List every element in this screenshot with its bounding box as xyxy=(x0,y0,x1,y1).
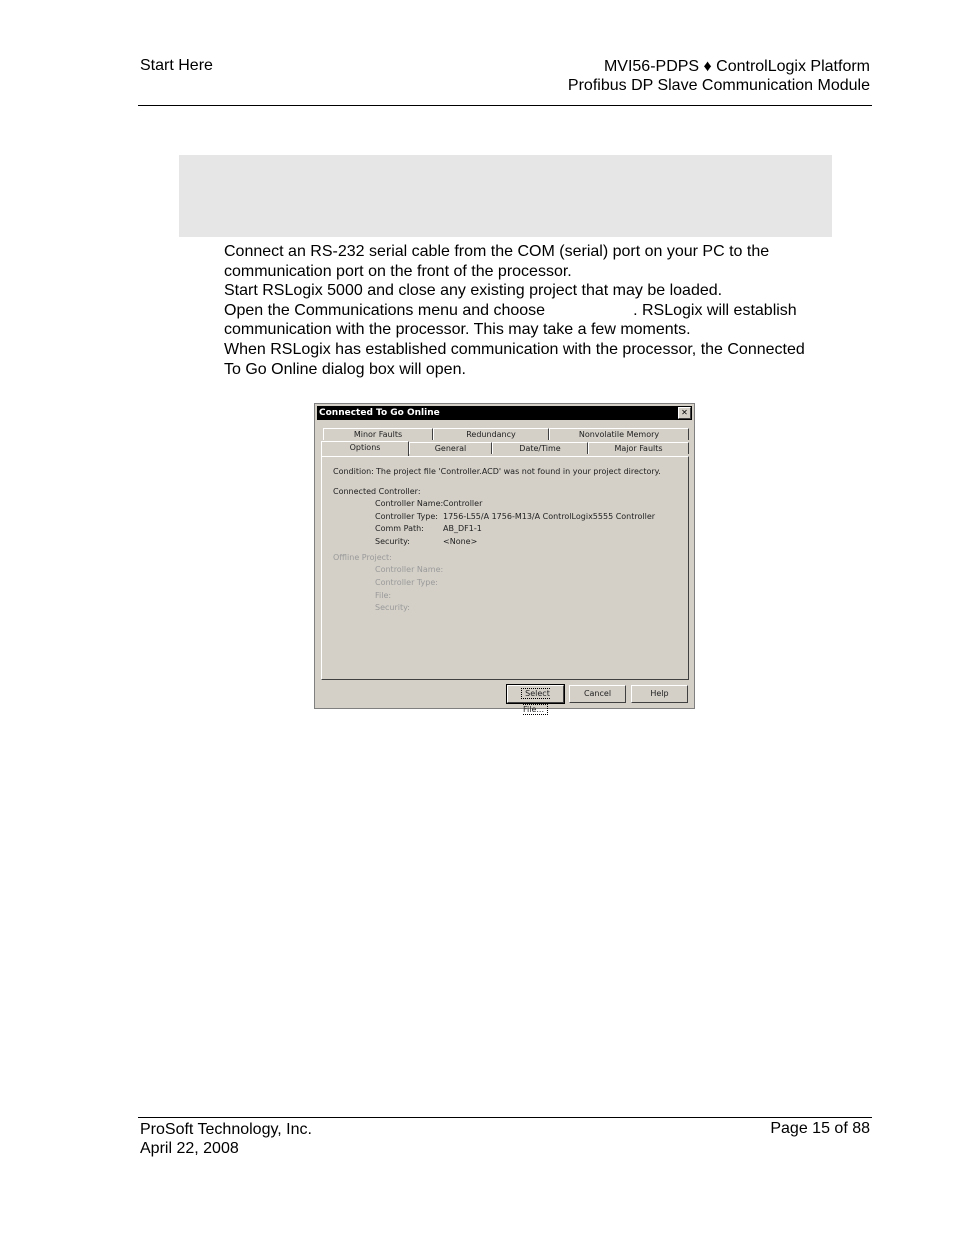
condition-text: The project file 'Controller.ACD' was no… xyxy=(376,467,661,476)
connected-security-label: Security: xyxy=(375,537,410,546)
footer-page-number: Page 15 of 88 xyxy=(770,1120,870,1137)
step-2: Start RSLogix 5000 and close any existin… xyxy=(224,282,723,300)
connected-type-value: 1756-L55/A 1756-M13/A ControlLogix5555 C… xyxy=(443,512,656,521)
connected-path-value: AB_DF1-1 xyxy=(443,524,482,533)
offline-type-label: Controller Type: xyxy=(375,578,438,587)
offline-file-label: File: xyxy=(375,591,392,600)
connected-security-value: <None> xyxy=(443,537,478,546)
connected-name-value: Controller xyxy=(443,499,483,508)
close-icon[interactable]: ✕ xyxy=(678,407,691,419)
tab-major-faults[interactable]: Major Faults xyxy=(588,442,689,454)
dialog-title: Connected To Go Online xyxy=(319,408,440,418)
step-3-start: Open the Communications menu and choose xyxy=(224,301,546,319)
instruction-steps: Connect an RS-232 serial cable from the … xyxy=(224,242,824,379)
tab-minor-faults[interactable]: Minor Faults xyxy=(323,428,433,440)
select-file-label: Select File... xyxy=(521,688,550,715)
select-file-button[interactable]: Select File... xyxy=(506,684,565,715)
offline-project-heading: Offline Project: xyxy=(333,553,392,562)
condition-label: Condition: xyxy=(333,467,374,476)
footer-company: ProSoft Technology, Inc. xyxy=(140,1121,312,1138)
connected-path-label: Comm Path: xyxy=(375,524,424,533)
connected-name-label: Controller Name: xyxy=(375,499,444,508)
dialog-titlebar: Connected To Go Online ✕ xyxy=(317,406,692,420)
offline-security-label: Security: xyxy=(375,603,410,612)
note-box xyxy=(179,155,832,237)
tab-general[interactable]: General xyxy=(409,442,492,454)
cancel-button[interactable]: Cancel xyxy=(569,685,626,703)
footer-divider xyxy=(138,1117,872,1118)
connected-controller-heading: Connected Controller: xyxy=(333,487,421,496)
connected-to-go-online-dialog: Connected To Go Online ✕ Minor Faults Re… xyxy=(314,403,695,715)
step-1: Connect an RS-232 serial cable from the … xyxy=(224,243,770,280)
step-4: When RSLogix has established communicati… xyxy=(224,340,805,378)
header-section-title: Start Here xyxy=(140,57,213,74)
offline-name-label: Controller Name: xyxy=(375,565,444,574)
help-button[interactable]: Help xyxy=(631,685,688,703)
header-product-line1: MVI56-PDPS ♦ ControlLogix Platform xyxy=(603,58,870,75)
header-product-line2: Profibus DP Slave Communication Module xyxy=(567,77,870,94)
footer-left: ProSoft Technology, Inc. April 22, 2008 xyxy=(140,1120,312,1158)
tab-options[interactable]: Options xyxy=(321,441,409,456)
footer-date: April 22, 2008 xyxy=(140,1140,239,1157)
tab-redundancy[interactable]: Redundancy xyxy=(433,428,549,440)
step-3: Open the Communications menu and choose.… xyxy=(224,301,824,340)
header-divider xyxy=(138,105,872,106)
header-product-title: MVI56-PDPS ♦ ControlLogix Platform Profi… xyxy=(568,57,870,95)
connected-type-label: Controller Type: xyxy=(375,512,438,521)
tab-date-time[interactable]: Date/Time xyxy=(492,442,588,454)
tab-nonvolatile-memory[interactable]: Nonvolatile Memory xyxy=(549,428,689,440)
